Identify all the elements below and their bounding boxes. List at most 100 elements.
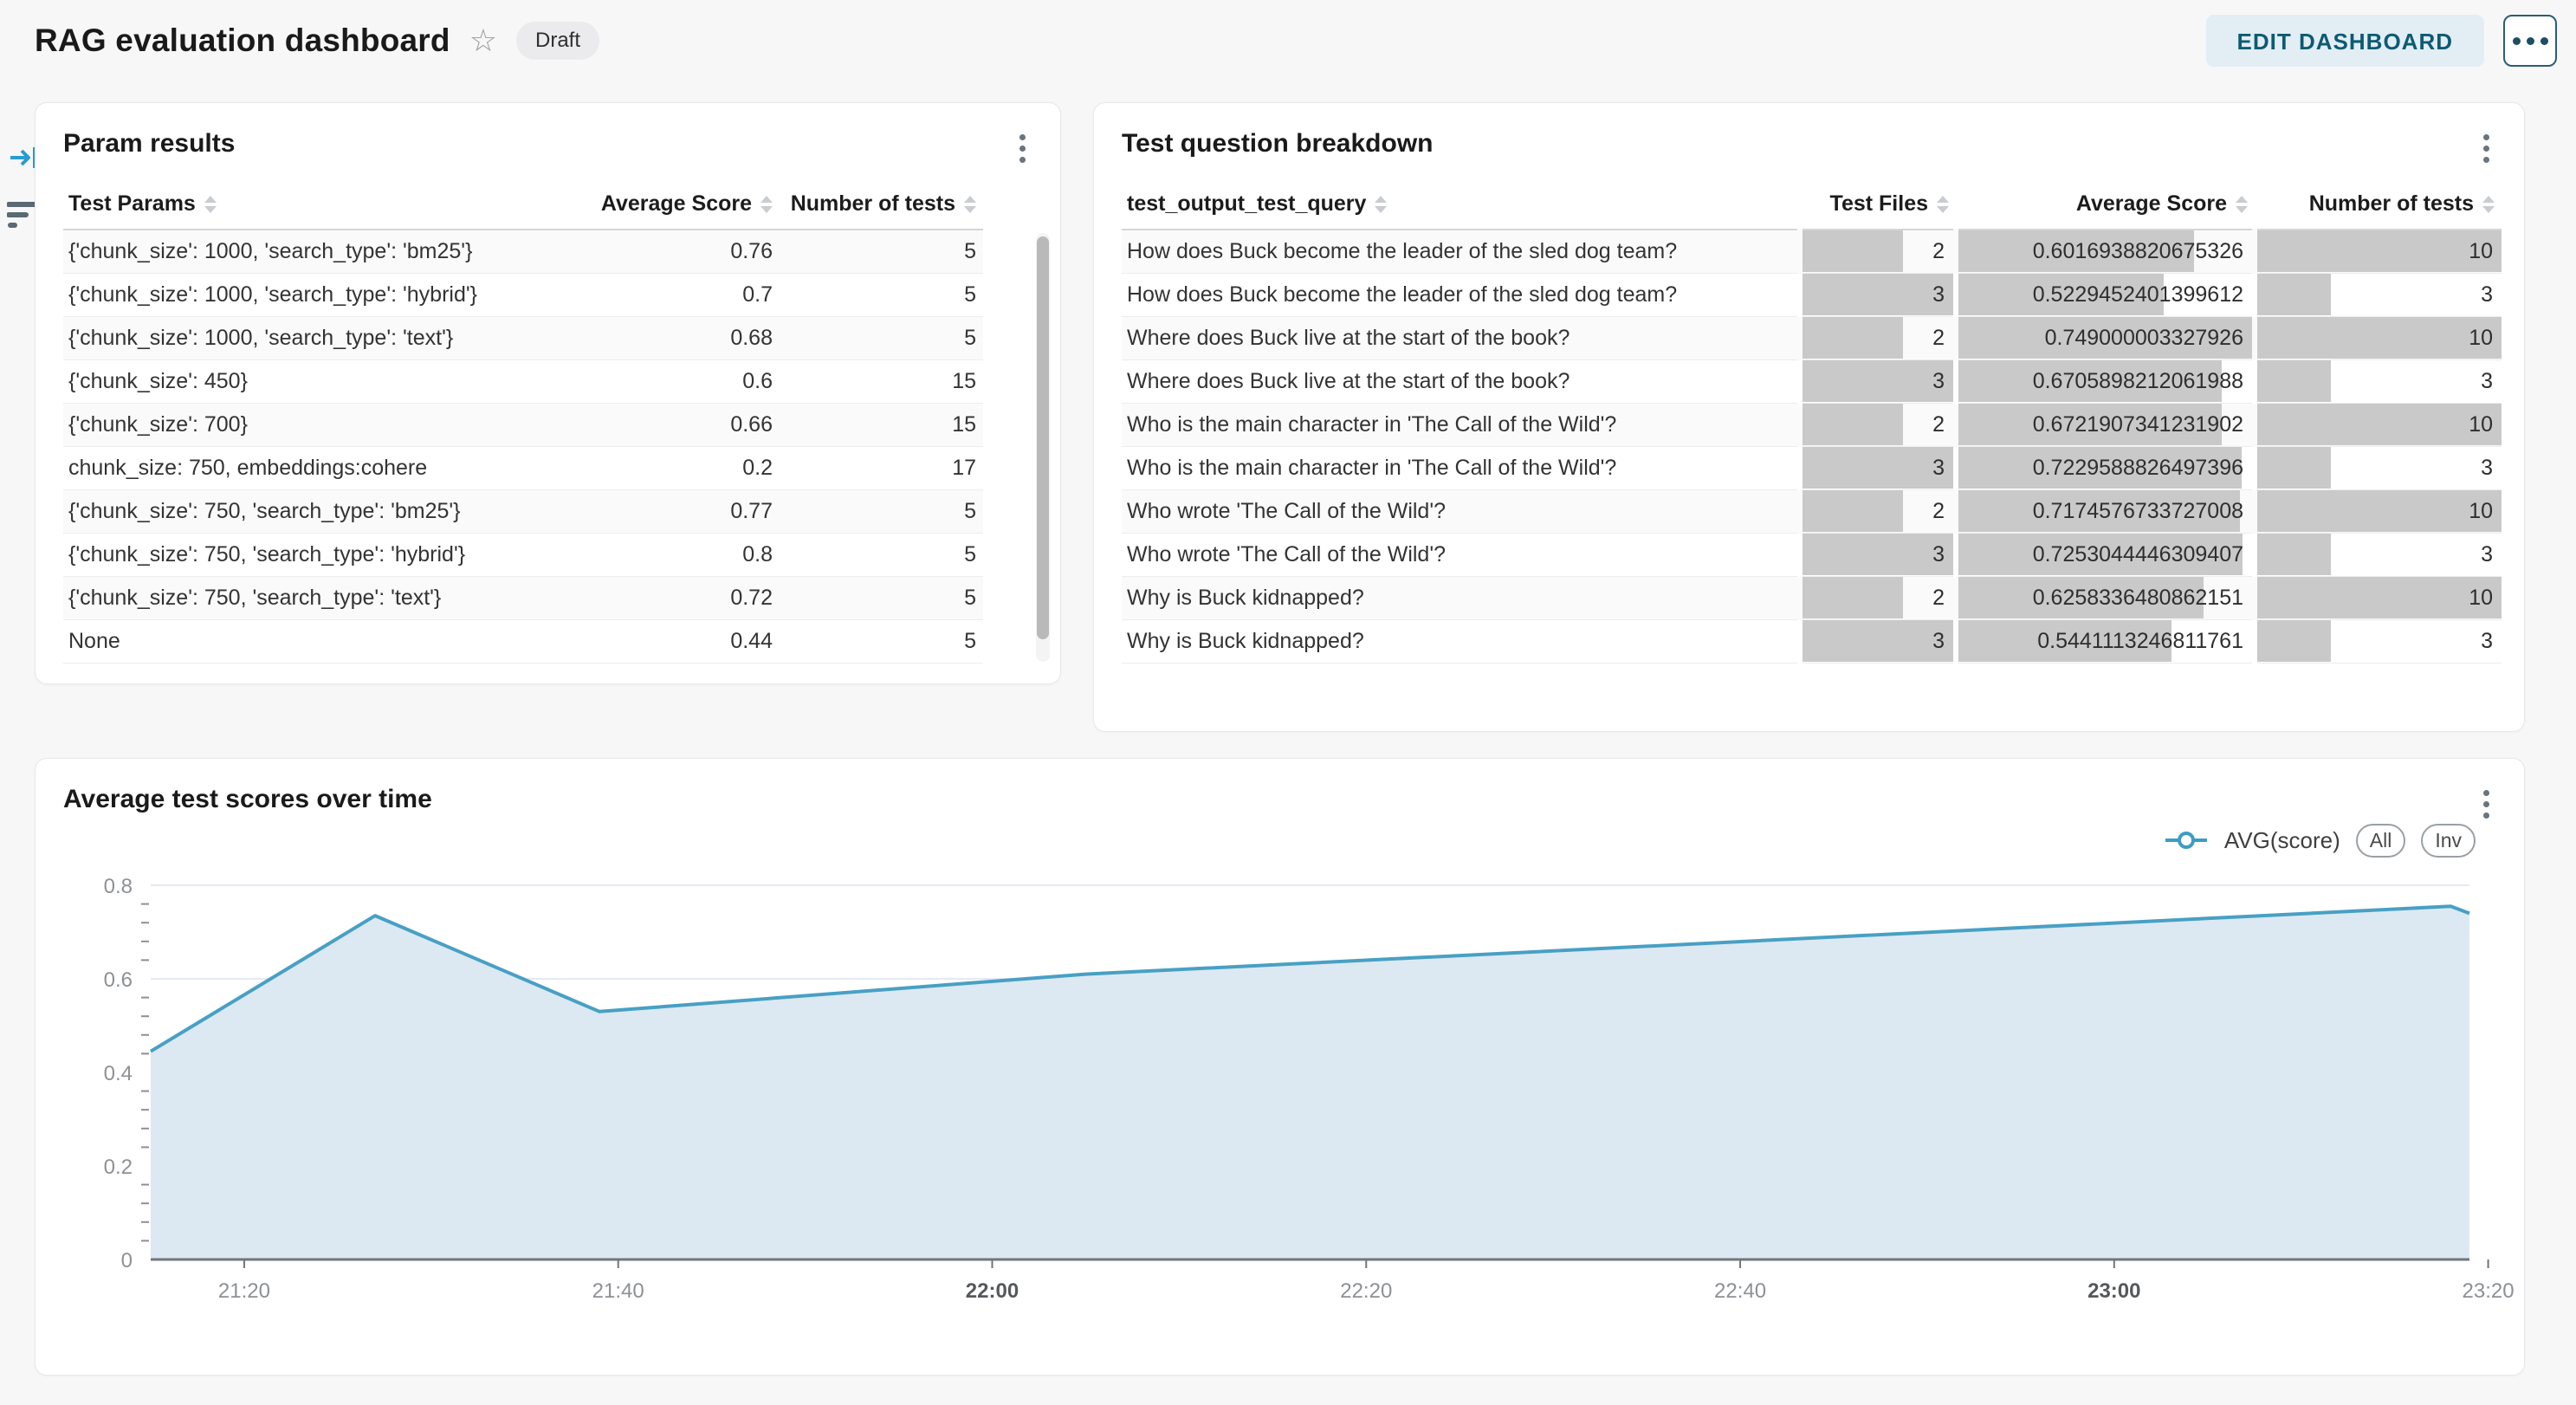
x-axis-tick-label: 22:00 — [966, 1279, 1019, 1303]
score-bar-cell: 0.6016938820675326 — [1956, 230, 2255, 273]
cell-value: 3 — [2481, 620, 2493, 663]
query-cell: How does Buck become the leader of the s… — [1122, 230, 1800, 273]
query-cell: Who is the main character in 'The Call o… — [1122, 446, 1800, 489]
score-cell: 0.77 — [554, 489, 780, 533]
params-cell: {'chunk_size': 1000, 'search_type': 'bm2… — [63, 230, 554, 273]
sort-icon[interactable] — [2482, 196, 2495, 213]
params-cell: {'chunk_size': 1000, 'search_type': 'hyb… — [63, 273, 554, 316]
score-bar-cell: 0.7253044446309407 — [1956, 533, 2255, 576]
panel-menu-icon[interactable] — [1016, 131, 1029, 166]
panel-menu-icon[interactable] — [2480, 131, 2493, 166]
score-cell: 0.76 — [554, 230, 780, 273]
params-cell: chunk_size: 750, embeddings:cohere — [63, 446, 554, 489]
sort-icon[interactable] — [1375, 196, 1387, 213]
tests-cell: 5 — [780, 576, 983, 619]
data-bar — [1803, 230, 1903, 272]
sort-icon[interactable] — [2236, 196, 2248, 213]
table-header-row: Test ParamsAverage ScoreNumber of tests — [63, 183, 983, 230]
query-cell: Who wrote 'The Call of the Wild'? — [1122, 489, 1800, 533]
data-bar — [2257, 404, 2502, 445]
table-row: Where does Buck live at the start of the… — [1122, 359, 2502, 403]
table-row: {'chunk_size': 750, 'search_type': 'text… — [63, 576, 983, 619]
cell-value: 3 — [1932, 360, 1945, 403]
data-bar — [2257, 230, 2502, 272]
cell-value: 0.6258336480862151 — [2033, 577, 2243, 619]
score-bar-cell: 0.5441113246811761 — [1956, 619, 2255, 663]
files-bar-cell: 2 — [1800, 230, 1956, 273]
param-results-panel: Param results Test ParamsAverage ScoreNu… — [35, 102, 1061, 684]
favorite-star-icon[interactable]: ☆ — [469, 25, 497, 56]
sort-icon[interactable] — [204, 196, 217, 213]
score-cell: 0.66 — [554, 403, 780, 446]
dashboard-page: { "header": { "title": "RAG evaluation d… — [0, 0, 2576, 1405]
data-bar — [2257, 447, 2331, 489]
tests-bar-cell: 10 — [2255, 230, 2502, 273]
cell-value: 3 — [1932, 620, 1945, 663]
y-axis-tick-label: 0.4 — [104, 1062, 133, 1085]
column-header-average-score[interactable]: Average Score — [554, 183, 780, 230]
x-axis-tick-label: 21:20 — [218, 1279, 270, 1303]
page-title: RAG evaluation dashboard — [35, 23, 450, 59]
cell-value: 3 — [2481, 447, 2493, 489]
params-cell: {'chunk_size': 1000, 'search_type': 'tex… — [63, 316, 554, 359]
sort-icon[interactable] — [761, 196, 773, 213]
avg-score-area-chart: 00.20.40.60.821:2021:4022:0022:2022:4023… — [36, 871, 2526, 1322]
panel-title: Test question breakdown — [1094, 103, 2524, 159]
score-cell: 0.44 — [554, 619, 780, 663]
sort-icon[interactable] — [964, 196, 976, 213]
table-row: Who wrote 'The Call of the Wild'?30.7253… — [1122, 533, 2502, 576]
status-badge: Draft — [516, 22, 599, 60]
panel-title: Param results — [36, 103, 1060, 159]
query-cell: Why is Buck kidnapped? — [1122, 619, 1800, 663]
legend-inv-button[interactable]: Inv — [2421, 824, 2476, 858]
page-header: RAG evaluation dashboard ☆ Draft EDIT DA… — [35, 10, 2557, 71]
table-scrollbar[interactable] — [1036, 233, 1050, 662]
cell-value: 3 — [2481, 360, 2493, 403]
tests-cell: 15 — [780, 403, 983, 446]
score-cell: 0.6 — [554, 359, 780, 403]
cell-value: 3 — [1932, 534, 1945, 576]
tests-bar-cell: 10 — [2255, 576, 2502, 619]
x-axis-tick-label: 22:40 — [1714, 1279, 1766, 1303]
data-bar — [2257, 577, 2502, 618]
query-cell: Who is the main character in 'The Call o… — [1122, 403, 1800, 446]
tests-bar-cell: 3 — [2255, 273, 2502, 316]
legend-all-button[interactable]: All — [2356, 824, 2406, 858]
table-row: How does Buck become the leader of the s… — [1122, 273, 2502, 316]
cell-value: 3 — [1932, 447, 1945, 489]
column-header-number-of-tests[interactable]: Number of tests — [780, 183, 983, 230]
score-bar-cell: 0.6721907341231902 — [1956, 403, 2255, 446]
data-bar — [1803, 274, 1953, 315]
column-header-average-score[interactable]: Average Score — [1956, 183, 2255, 230]
edit-dashboard-button[interactable]: EDIT DASHBOARD — [2206, 15, 2484, 67]
table-row: {'chunk_size': 700}0.6615 — [63, 403, 983, 446]
panel-menu-icon[interactable] — [2480, 787, 2493, 822]
score-bar-cell: 0.5229452401399612 — [1956, 273, 2255, 316]
data-bar — [1803, 360, 1953, 402]
series-label[interactable]: AVG(score) — [2224, 827, 2340, 854]
cell-value: 2 — [1932, 490, 1945, 533]
query-cell: Where does Buck live at the start of the… — [1122, 316, 1800, 359]
dot-icon — [2540, 37, 2548, 45]
param-results-table: Test ParamsAverage ScoreNumber of tests … — [63, 183, 983, 664]
sort-icon[interactable] — [1937, 196, 1949, 213]
cell-value: 0.5229452401399612 — [2033, 274, 2243, 316]
query-cell: Why is Buck kidnapped? — [1122, 576, 1800, 619]
files-bar-cell: 2 — [1800, 489, 1956, 533]
data-bar — [1803, 490, 1903, 532]
table-row: Who is the main character in 'The Call o… — [1122, 403, 2502, 446]
column-header-number-of-tests[interactable]: Number of tests — [2255, 183, 2502, 230]
cell-value: 0.6721907341231902 — [2033, 404, 2243, 446]
series-marker-icon[interactable] — [2164, 830, 2209, 851]
panel-title: Average test scores over time — [36, 759, 2524, 814]
more-options-button[interactable] — [2503, 15, 2557, 67]
tests-cell: 17 — [780, 446, 983, 489]
column-header-test-files[interactable]: Test Files — [1800, 183, 1956, 230]
avg-scores-chart-panel: Average test scores over time AVG(score)… — [35, 758, 2525, 1376]
table-row: {'chunk_size': 1000, 'search_type': 'hyb… — [63, 273, 983, 316]
score-cell: 0.7 — [554, 273, 780, 316]
scrollbar-thumb[interactable] — [1037, 236, 1049, 639]
column-header-test-params[interactable]: Test Params — [63, 183, 554, 230]
table-row: {'chunk_size': 1000, 'search_type': 'tex… — [63, 316, 983, 359]
column-header-test-output-test-query[interactable]: test_output_test_query — [1122, 183, 1800, 230]
